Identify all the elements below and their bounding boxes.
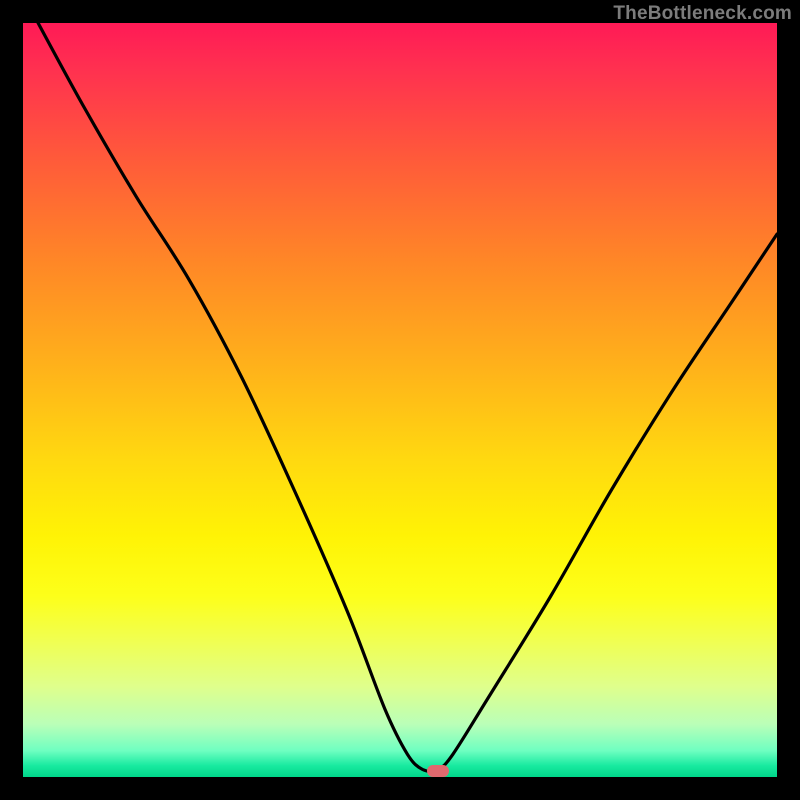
bottleneck-curve xyxy=(38,23,777,771)
watermark: TheBottleneck.com xyxy=(613,3,792,25)
curve-svg xyxy=(23,23,777,777)
chart-container: TheBottleneck.com xyxy=(0,0,800,800)
optimal-marker xyxy=(427,765,449,777)
plot-area xyxy=(23,23,777,777)
